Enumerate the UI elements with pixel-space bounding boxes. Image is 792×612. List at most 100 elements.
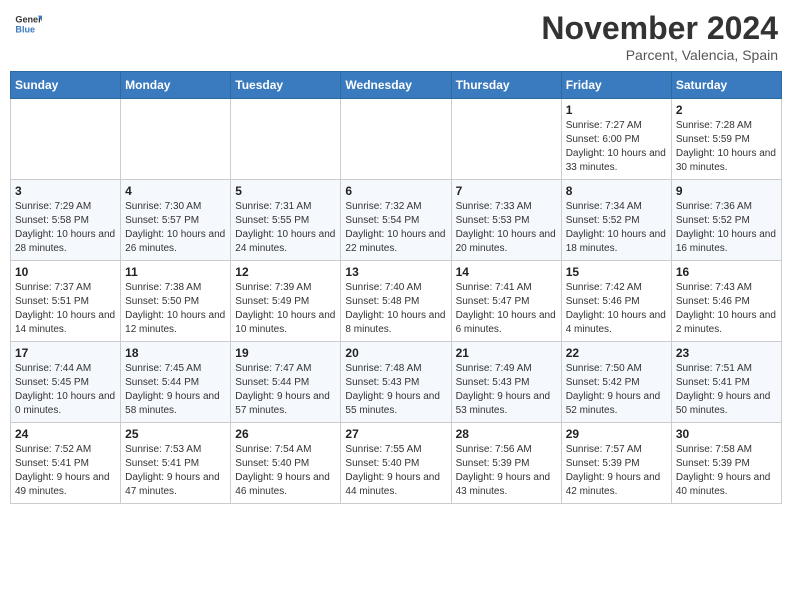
day-number: 6 bbox=[345, 184, 446, 198]
weekday-header-tuesday: Tuesday bbox=[231, 72, 341, 99]
weekday-header-row: SundayMondayTuesdayWednesdayThursdayFrid… bbox=[11, 72, 782, 99]
calendar-cell: 15 Sunrise: 7:42 AMSunset: 5:46 PMDayligh… bbox=[561, 261, 671, 342]
day-number: 14 bbox=[456, 265, 557, 279]
day-number: 16 bbox=[676, 265, 777, 279]
calendar-cell: 8 Sunrise: 7:34 AMSunset: 5:52 PMDaylight… bbox=[561, 180, 671, 261]
calendar-cell: 26 Sunrise: 7:54 AMSunset: 5:40 PMDayligh… bbox=[231, 423, 341, 504]
day-info: Sunrise: 7:56 AMSunset: 5:39 PMDaylight:… bbox=[456, 443, 557, 499]
calendar-cell bbox=[451, 99, 561, 180]
calendar-cell: 11 Sunrise: 7:38 AMSunset: 5:50 PMDayligh… bbox=[121, 261, 231, 342]
day-info: Sunrise: 7:36 AMSunset: 5:52 PMDaylight:… bbox=[676, 200, 777, 256]
day-info: Sunrise: 7:54 AMSunset: 5:40 PMDaylight:… bbox=[235, 443, 336, 499]
day-info: Sunrise: 7:34 AMSunset: 5:52 PMDaylight:… bbox=[566, 200, 667, 256]
calendar-week-4: 17 Sunrise: 7:44 AMSunset: 5:45 PMDayligh… bbox=[11, 342, 782, 423]
day-info: Sunrise: 7:38 AMSunset: 5:50 PMDaylight:… bbox=[125, 281, 226, 337]
day-info: Sunrise: 7:30 AMSunset: 5:57 PMDaylight:… bbox=[125, 200, 226, 256]
svg-text:General: General bbox=[15, 15, 42, 25]
calendar-week-3: 10Sunrise: 7:37 AMSunset: 5:51 PMDayligh… bbox=[11, 261, 782, 342]
day-number: 7 bbox=[456, 184, 557, 198]
calendar-cell: 20 Sunrise: 7:48 AMSunset: 5:43 PMDayligh… bbox=[341, 342, 451, 423]
day-info: Sunrise: 7:44 AMSunset: 5:45 PMDaylight:… bbox=[15, 362, 116, 418]
calendar-cell: 22Sunrise: 7:50 AMSunset: 5:42 PMDayligh… bbox=[561, 342, 671, 423]
calendar-cell: 16 Sunrise: 7:43 AMSunset: 5:46 PMDayligh… bbox=[671, 261, 781, 342]
day-number: 19 bbox=[235, 346, 336, 360]
svg-text:Blue: Blue bbox=[15, 24, 35, 34]
day-number: 17 bbox=[15, 346, 116, 360]
day-number: 2 bbox=[676, 103, 777, 117]
calendar-cell: 23 Sunrise: 7:51 AMSunset: 5:41 PMDayligh… bbox=[671, 342, 781, 423]
day-info: Sunrise: 7:57 AMSunset: 5:39 PMDaylight:… bbox=[566, 443, 667, 499]
calendar-cell bbox=[341, 99, 451, 180]
day-info: Sunrise: 7:47 AMSunset: 5:44 PMDaylight:… bbox=[235, 362, 336, 418]
day-number: 15 bbox=[566, 265, 667, 279]
calendar-week-1: 1 Sunrise: 7:27 AMSunset: 6:00 PMDaylight… bbox=[11, 99, 782, 180]
calendar-cell: 1 Sunrise: 7:27 AMSunset: 6:00 PMDaylight… bbox=[561, 99, 671, 180]
day-number: 29 bbox=[566, 427, 667, 441]
day-number: 4 bbox=[125, 184, 226, 198]
day-number: 26 bbox=[235, 427, 336, 441]
calendar-cell bbox=[11, 99, 121, 180]
calendar-cell: 13Sunrise: 7:40 AMSunset: 5:48 PMDayligh… bbox=[341, 261, 451, 342]
calendar-cell bbox=[121, 99, 231, 180]
calendar-cell: 10Sunrise: 7:37 AMSunset: 5:51 PMDayligh… bbox=[11, 261, 121, 342]
day-number: 22 bbox=[566, 346, 667, 360]
day-number: 23 bbox=[676, 346, 777, 360]
calendar-cell: 30 Sunrise: 7:58 AMSunset: 5:39 PMDayligh… bbox=[671, 423, 781, 504]
weekday-header-monday: Monday bbox=[121, 72, 231, 99]
day-info: Sunrise: 7:45 AMSunset: 5:44 PMDaylight:… bbox=[125, 362, 226, 418]
day-number: 21 bbox=[456, 346, 557, 360]
calendar-cell: 4 Sunrise: 7:30 AMSunset: 5:57 PMDaylight… bbox=[121, 180, 231, 261]
day-info: Sunrise: 7:28 AMSunset: 5:59 PMDaylight:… bbox=[676, 119, 777, 175]
calendar-week-2: 3Sunrise: 7:29 AMSunset: 5:58 PMDaylight… bbox=[11, 180, 782, 261]
calendar-cell: 24Sunrise: 7:52 AMSunset: 5:41 PMDayligh… bbox=[11, 423, 121, 504]
day-info: Sunrise: 7:33 AMSunset: 5:53 PMDaylight:… bbox=[456, 200, 557, 256]
day-number: 18 bbox=[125, 346, 226, 360]
calendar-cell: 19 Sunrise: 7:47 AMSunset: 5:44 PMDayligh… bbox=[231, 342, 341, 423]
calendar-cell: 6 Sunrise: 7:32 AMSunset: 5:54 PMDaylight… bbox=[341, 180, 451, 261]
day-info: Sunrise: 7:41 AMSunset: 5:47 PMDaylight:… bbox=[456, 281, 557, 337]
day-number: 24 bbox=[15, 427, 116, 441]
page-header: General Blue November 2024 Parcent, Vale… bbox=[10, 10, 782, 63]
day-number: 8 bbox=[566, 184, 667, 198]
day-number: 11 bbox=[125, 265, 226, 279]
calendar-cell: 17 Sunrise: 7:44 AMSunset: 5:45 PMDayligh… bbox=[11, 342, 121, 423]
day-info: Sunrise: 7:51 AMSunset: 5:41 PMDaylight:… bbox=[676, 362, 777, 418]
day-number: 1 bbox=[566, 103, 667, 117]
day-info: Sunrise: 7:32 AMSunset: 5:54 PMDaylight:… bbox=[345, 200, 446, 256]
day-number: 13 bbox=[345, 265, 446, 279]
calendar-cell: 21 Sunrise: 7:49 AMSunset: 5:43 PMDayligh… bbox=[451, 342, 561, 423]
calendar-body: 1 Sunrise: 7:27 AMSunset: 6:00 PMDaylight… bbox=[11, 99, 782, 504]
logo: General Blue bbox=[14, 10, 42, 38]
day-info: Sunrise: 7:49 AMSunset: 5:43 PMDaylight:… bbox=[456, 362, 557, 418]
weekday-header-sunday: Sunday bbox=[11, 72, 121, 99]
day-info: Sunrise: 7:42 AMSunset: 5:46 PMDaylight:… bbox=[566, 281, 667, 337]
logo-icon: General Blue bbox=[14, 10, 42, 38]
calendar-cell: 9 Sunrise: 7:36 AMSunset: 5:52 PMDaylight… bbox=[671, 180, 781, 261]
day-info: Sunrise: 7:27 AMSunset: 6:00 PMDaylight:… bbox=[566, 119, 667, 175]
day-number: 30 bbox=[676, 427, 777, 441]
day-info: Sunrise: 7:48 AMSunset: 5:43 PMDaylight:… bbox=[345, 362, 446, 418]
day-info: Sunrise: 7:53 AMSunset: 5:41 PMDaylight:… bbox=[125, 443, 226, 499]
day-number: 5 bbox=[235, 184, 336, 198]
calendar-cell: 28 Sunrise: 7:56 AMSunset: 5:39 PMDayligh… bbox=[451, 423, 561, 504]
weekday-header-wednesday: Wednesday bbox=[341, 72, 451, 99]
month-title: November 2024 bbox=[541, 10, 778, 47]
day-number: 25 bbox=[125, 427, 226, 441]
day-number: 12 bbox=[235, 265, 336, 279]
day-number: 9 bbox=[676, 184, 777, 198]
weekday-header-saturday: Saturday bbox=[671, 72, 781, 99]
day-number: 27 bbox=[345, 427, 446, 441]
day-info: Sunrise: 7:55 AMSunset: 5:40 PMDaylight:… bbox=[345, 443, 446, 499]
calendar-cell: 27 Sunrise: 7:55 AMSunset: 5:40 PMDayligh… bbox=[341, 423, 451, 504]
day-info: Sunrise: 7:39 AMSunset: 5:49 PMDaylight:… bbox=[235, 281, 336, 337]
day-info: Sunrise: 7:43 AMSunset: 5:46 PMDaylight:… bbox=[676, 281, 777, 337]
calendar-cell: 29 Sunrise: 7:57 AMSunset: 5:39 PMDayligh… bbox=[561, 423, 671, 504]
calendar-cell: 3Sunrise: 7:29 AMSunset: 5:58 PMDaylight… bbox=[11, 180, 121, 261]
day-info: Sunrise: 7:58 AMSunset: 5:39 PMDaylight:… bbox=[676, 443, 777, 499]
day-number: 3 bbox=[15, 184, 116, 198]
calendar-cell: 7 Sunrise: 7:33 AMSunset: 5:53 PMDaylight… bbox=[451, 180, 561, 261]
calendar-table: SundayMondayTuesdayWednesdayThursdayFrid… bbox=[10, 71, 782, 504]
day-number: 28 bbox=[456, 427, 557, 441]
day-number: 20 bbox=[345, 346, 446, 360]
day-info: Sunrise: 7:31 AMSunset: 5:55 PMDaylight:… bbox=[235, 200, 336, 256]
